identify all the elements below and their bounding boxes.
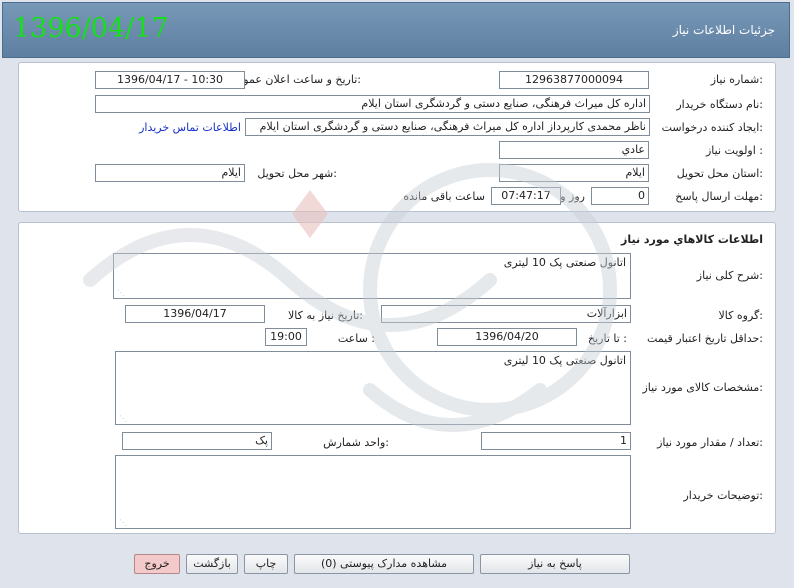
announce-label: تاریخ و ساعت اعلان عمومی:	[228, 73, 361, 86]
date-stamp: 1396/04/17	[13, 13, 169, 44]
need-info-panel: شماره نیاز: 12963877000094 تاریخ و ساعت …	[18, 62, 776, 212]
time-remaining-field[interactable]: 07:47:17	[491, 187, 561, 205]
unit-field[interactable]: پک	[122, 432, 272, 450]
attachments-button[interactable]: مشاهده مدارک پیوستی (0)	[294, 554, 474, 574]
province-field[interactable]: ایلام	[499, 164, 649, 182]
need-number-label: شماره نیاز:	[710, 73, 763, 86]
back-button[interactable]: بازگشت	[186, 554, 238, 574]
section-title: اطلاعات کالاهاي مورد نياز	[621, 233, 763, 246]
summary-label: شرح کلی نیاز:	[696, 269, 763, 282]
specs-label: مشخصات کالای مورد نیاز:	[642, 381, 763, 394]
goods-info-panel: اطلاعات کالاهاي مورد نياز شرح کلی نیاز: …	[18, 222, 776, 534]
specs-text: اتانول صنعتی پک 10 لیتری	[503, 354, 626, 367]
buyer-field[interactable]: اداره کل میراث فرهنگی، صنایع دستی و گردش…	[95, 95, 650, 113]
exit-button[interactable]: خروج	[134, 554, 180, 574]
resize-grip-icon[interactable]: ⋰	[119, 414, 127, 423]
remaining-word: ساعت باقی مانده	[403, 190, 485, 203]
resize-grip-icon[interactable]: ⋰	[117, 288, 125, 297]
city-field[interactable]: ایلام	[95, 164, 245, 182]
price-validity-label: حداقل تاریخ اعتبار قیمت:	[647, 332, 763, 345]
quantity-label: تعداد / مقدار مورد نیاز:	[657, 436, 763, 449]
summary-text: اتانول صنعتی پک 10 لیتری	[503, 256, 626, 269]
summary-textarea[interactable]: اتانول صنعتی پک 10 لیتری ⋰	[113, 253, 631, 299]
header-bar: 1396/04/17 جزئیات اطلاعات نیاز	[2, 2, 790, 58]
buyer-notes-textarea[interactable]: ⋰	[115, 455, 631, 529]
until-date-field[interactable]: 1396/04/20	[437, 328, 577, 346]
buyer-notes-label: توضیحات خریدار:	[683, 489, 764, 502]
until-date-label: تا تاریخ :	[588, 332, 627, 345]
deadline-label: مهلت ارسال پاسخ:	[675, 190, 763, 203]
quantity-field[interactable]: 1	[481, 432, 631, 450]
priority-label: اولویت نیاز :	[705, 144, 763, 157]
specs-textarea[interactable]: اتانول صنعتی پک 10 لیتری ⋰	[115, 351, 631, 425]
priority-field[interactable]: عادي	[499, 141, 649, 159]
print-button[interactable]: چاپ	[244, 554, 288, 574]
time-label: ساعت :	[337, 332, 375, 345]
contact-info-link[interactable]: اطلاعات تماس خریدار	[139, 121, 241, 134]
city-label: شهر محل تحویل:	[257, 167, 337, 180]
buyer-label: نام دستگاه خریدار:	[676, 98, 763, 111]
creator-field[interactable]: ناظر محمدی کارپرداز اداره کل میراث فرهنگ…	[245, 118, 650, 136]
announce-field[interactable]: 1396/04/17 - 10:30	[95, 71, 245, 89]
unit-label: واحد شمارش:	[323, 436, 389, 449]
need-number-field[interactable]: 12963877000094	[499, 71, 649, 89]
days-field[interactable]: 0	[591, 187, 649, 205]
time-field[interactable]: 19:00	[265, 328, 307, 346]
need-date-label: تاریخ نیاز به کالا:	[288, 309, 363, 322]
province-label: استان محل تحویل:	[676, 167, 763, 180]
page-title: جزئیات اطلاعات نیاز	[672, 23, 775, 37]
group-label: گروه کالا:	[718, 309, 763, 322]
resize-grip-icon[interactable]: ⋰	[119, 518, 127, 527]
creator-label: ایجاد کننده درخواست:	[661, 121, 763, 134]
group-field[interactable]: ابزارآلات	[381, 305, 631, 323]
days-word: روز و	[560, 190, 585, 203]
need-date-field[interactable]: 1396/04/17	[125, 305, 265, 323]
reply-button[interactable]: پاسخ به نیاز	[480, 554, 630, 574]
